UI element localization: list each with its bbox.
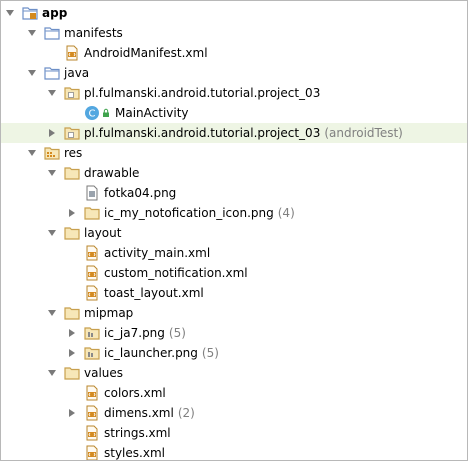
folder-icon xyxy=(44,65,60,81)
tree-node-activity-main[interactable]: activity_main.xml xyxy=(1,243,467,263)
folder-icon xyxy=(64,225,80,241)
expanded-arrow-icon[interactable] xyxy=(27,68,37,78)
package-icon xyxy=(64,85,80,101)
node-label: toast_layout.xml xyxy=(104,286,204,300)
tree-node-ic-my-notification[interactable]: ic_my_notofication_icon.png (4) xyxy=(1,203,467,223)
node-label: values xyxy=(84,366,124,380)
xml-file-icon xyxy=(84,245,100,261)
folder-icon xyxy=(64,365,80,381)
expanded-arrow-icon[interactable] xyxy=(5,8,15,18)
xml-file-icon xyxy=(84,405,100,421)
node-label: custom_notification.xml xyxy=(104,266,248,280)
folder-icon xyxy=(64,165,80,181)
class-badge-text: C xyxy=(89,109,96,120)
tree-node-mipmap[interactable]: mipmap xyxy=(1,303,467,323)
folder-icon xyxy=(64,305,80,321)
tree-node-app[interactable]: app xyxy=(1,3,467,23)
node-label: res xyxy=(64,146,83,160)
folder-icon xyxy=(44,25,60,41)
xml-file-icon xyxy=(64,45,80,61)
node-label: layout xyxy=(84,226,122,240)
tree-node-ic-launcher[interactable]: ic_launcher.png (5) xyxy=(1,343,467,363)
xml-file-icon xyxy=(84,285,100,301)
tree-node-dimens-xml[interactable]: dimens.xml (2) xyxy=(1,403,467,423)
image-folder-icon xyxy=(84,325,100,341)
expanded-arrow-icon[interactable] xyxy=(27,148,37,158)
class-icon: C xyxy=(84,105,100,121)
lock-icon xyxy=(101,108,111,118)
node-label: manifests xyxy=(64,26,123,40)
node-label: MainActivity xyxy=(115,106,189,120)
tree-node-package-test[interactable]: pl.fulmanski.android.tutorial.project_03… xyxy=(1,123,467,143)
node-label: fotka04.png xyxy=(104,186,177,200)
node-label: app xyxy=(42,6,68,20)
tree-node-strings-xml[interactable]: strings.xml xyxy=(1,423,467,443)
tree-node-layout[interactable]: layout xyxy=(1,223,467,243)
collapsed-arrow-icon[interactable] xyxy=(67,408,77,418)
expanded-arrow-icon[interactable] xyxy=(47,88,57,98)
xml-file-icon xyxy=(84,445,100,461)
tree-node-package-main[interactable]: pl.fulmanski.android.tutorial.project_03 xyxy=(1,83,467,103)
package-icon xyxy=(64,125,80,141)
node-count: (5) xyxy=(168,326,186,340)
image-folder-icon xyxy=(84,205,100,221)
tree-node-styles-xml[interactable]: styles.xml xyxy=(1,443,467,461)
collapsed-arrow-icon[interactable] xyxy=(47,128,57,138)
node-label: pl.fulmanski.android.tutorial.project_03 xyxy=(84,126,321,140)
xml-file-icon xyxy=(84,425,100,441)
collapsed-arrow-icon[interactable] xyxy=(67,348,77,358)
expanded-arrow-icon[interactable] xyxy=(47,228,57,238)
node-label: ic_launcher.png xyxy=(104,346,198,360)
res-folder-icon xyxy=(44,145,60,161)
node-label: dimens.xml xyxy=(104,406,174,420)
expanded-arrow-icon[interactable] xyxy=(47,308,57,318)
collapsed-arrow-icon[interactable] xyxy=(67,208,77,218)
project-tree: app manifests AndroidManifest.xml java p… xyxy=(0,0,468,461)
xml-file-icon xyxy=(84,265,100,281)
collapsed-arrow-icon[interactable] xyxy=(67,328,77,338)
node-label: activity_main.xml xyxy=(104,246,211,260)
image-folder-icon xyxy=(84,345,100,361)
tree-node-main-activity[interactable]: C MainActivity xyxy=(1,103,467,123)
tree-node-colors-xml[interactable]: colors.xml xyxy=(1,383,467,403)
node-label: mipmap xyxy=(84,306,134,320)
tree-node-toast-layout[interactable]: toast_layout.xml xyxy=(1,283,467,303)
node-suffix: (androidTest) xyxy=(324,126,403,140)
node-label: colors.xml xyxy=(104,386,166,400)
tree-node-android-manifest[interactable]: AndroidManifest.xml xyxy=(1,43,467,63)
node-count: (4) xyxy=(277,206,295,220)
image-file-icon xyxy=(84,185,100,201)
expanded-arrow-icon[interactable] xyxy=(47,168,57,178)
tree-node-custom-notification[interactable]: custom_notification.xml xyxy=(1,263,467,283)
module-folder-icon xyxy=(22,5,38,21)
node-label: ic_my_notofication_icon.png xyxy=(104,206,274,220)
tree-node-values[interactable]: values xyxy=(1,363,467,383)
tree-node-fotka[interactable]: fotka04.png xyxy=(1,183,467,203)
xml-file-icon xyxy=(84,385,100,401)
expanded-arrow-icon[interactable] xyxy=(47,368,57,378)
node-count: (2) xyxy=(177,406,195,420)
node-label: pl.fulmanski.android.tutorial.project_03 xyxy=(84,86,321,100)
expanded-arrow-icon[interactable] xyxy=(27,28,37,38)
node-label: ic_ja7.png xyxy=(104,326,165,340)
node-label: java xyxy=(64,66,90,80)
tree-node-manifests[interactable]: manifests xyxy=(1,23,467,43)
tree-node-drawable[interactable]: drawable xyxy=(1,163,467,183)
tree-node-ic-ja7[interactable]: ic_ja7.png (5) xyxy=(1,323,467,343)
node-label: AndroidManifest.xml xyxy=(84,46,208,60)
node-label: drawable xyxy=(84,166,140,180)
tree-node-java[interactable]: java xyxy=(1,63,467,83)
node-label: styles.xml xyxy=(104,446,165,460)
node-label: strings.xml xyxy=(104,426,171,440)
tree-node-res[interactable]: res xyxy=(1,143,467,163)
node-count: (5) xyxy=(201,346,219,360)
